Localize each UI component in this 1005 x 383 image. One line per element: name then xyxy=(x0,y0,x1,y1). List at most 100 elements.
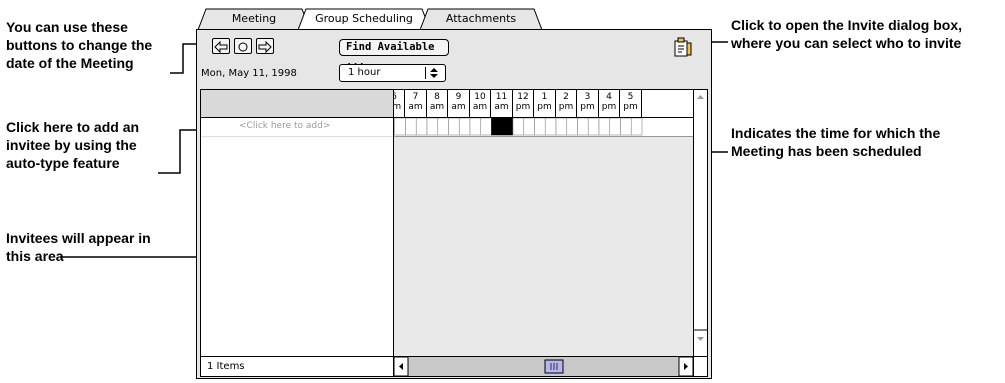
time-slot xyxy=(512,118,525,136)
arrow-right-icon xyxy=(258,40,272,54)
hour-meridiem: pm xyxy=(623,102,638,112)
hour-label: 11 am xyxy=(492,90,513,117)
callout-line: You can use these xyxy=(6,19,128,35)
hour-meridiem: am xyxy=(429,102,445,112)
duration-select[interactable]: 1 hour xyxy=(339,64,446,82)
add-invitee-placeholder: <Click here to add> xyxy=(239,121,331,131)
hour-number: 12 xyxy=(517,92,529,102)
time-slot xyxy=(587,118,600,136)
add-invitee-field[interactable]: <Click here to add> xyxy=(201,118,393,137)
hour-meridiem: pm xyxy=(515,102,531,112)
time-slot xyxy=(405,118,417,136)
hour-header-row: 6am7am8am9am10am11am12pm1pm2pm3pm4pm5pm xyxy=(394,90,693,118)
hour-number: 7 xyxy=(412,92,419,102)
meeting-time-block xyxy=(501,118,514,136)
find-available-button[interactable]: Find Available ... xyxy=(339,39,449,68)
time-slot xyxy=(480,118,492,136)
time-slot xyxy=(566,118,578,136)
time-slot xyxy=(620,118,632,136)
hour-number: 6 xyxy=(394,92,404,102)
time-slot xyxy=(426,118,439,136)
items-count: 1 Items xyxy=(207,361,245,372)
scroll-up-arrow-icon xyxy=(697,95,704,99)
callout-line: this area xyxy=(6,248,64,264)
tab-label: Meeting xyxy=(231,12,277,25)
scroll-down-arrow-icon xyxy=(697,337,704,341)
hour-label: 2 pm xyxy=(556,90,577,117)
hour-label: 4 pm xyxy=(599,90,620,117)
time-slot xyxy=(394,118,406,136)
hour-number: 8 xyxy=(434,92,440,102)
callout-line: where you can select who to invite xyxy=(731,35,962,51)
callout-line: Click here to add an xyxy=(6,119,140,135)
hour-number: 9 xyxy=(455,92,462,102)
hour-label: 7 am xyxy=(406,90,427,117)
invite-list-icon xyxy=(674,37,692,57)
names-column-header xyxy=(201,90,394,118)
time-slot xyxy=(630,118,643,136)
hour-label: 8 am xyxy=(427,90,448,117)
hour-meridiem: pm xyxy=(580,102,595,112)
next-date-button[interactable] xyxy=(256,38,274,54)
callout-line: Invitees will appear in xyxy=(6,230,151,246)
hour-meridiem: pm xyxy=(558,102,574,112)
time-slot xyxy=(555,118,568,136)
callout-line: Click to open the Invite dialog box, xyxy=(731,17,963,33)
hour-number: 10 xyxy=(474,92,486,102)
time-slot xyxy=(415,118,428,136)
duration-value: 1 hour xyxy=(348,67,381,78)
horizontal-scrollbar[interactable] xyxy=(393,356,694,377)
meeting-time-block xyxy=(491,118,503,136)
callout-invitees-area: Invitees will appear in this area xyxy=(6,229,151,265)
previous-date-button[interactable] xyxy=(212,38,230,54)
arrow-left-icon xyxy=(214,40,228,54)
tab-attachments[interactable]: Attachments xyxy=(420,8,542,30)
callout-line: Meeting has been scheduled xyxy=(731,143,922,159)
hour-number: 11 xyxy=(495,92,508,102)
time-slot xyxy=(469,118,482,136)
vertical-scrollbar[interactable] xyxy=(693,90,707,356)
updown-arrows-icon xyxy=(425,67,442,79)
hour-meridiem: am xyxy=(394,102,404,112)
hour-number: 3 xyxy=(584,92,591,102)
hour-number: 4 xyxy=(606,92,612,102)
hour-meridiem: am xyxy=(472,102,488,112)
hour-meridiem: am xyxy=(451,102,466,112)
time-slot xyxy=(458,118,471,136)
hour-label: 12 pm xyxy=(513,90,534,117)
tab-group-scheduling[interactable]: Group Scheduling xyxy=(298,8,430,30)
time-slot xyxy=(609,118,621,136)
hour-label: 9 am xyxy=(449,90,470,117)
callout-add-invitee: Click here to add an invitee by using th… xyxy=(6,118,139,172)
hour-meridiem: pm xyxy=(601,102,617,112)
leader-add-invitee xyxy=(158,129,198,174)
callout-line: invitee by using the xyxy=(6,137,137,153)
hour-meridiem: pm xyxy=(537,102,552,112)
invite-button[interactable] xyxy=(671,37,693,59)
time-slot xyxy=(544,118,557,136)
hour-number: 2 xyxy=(563,92,569,102)
time-slot xyxy=(598,118,611,136)
tab-meeting[interactable]: Meeting xyxy=(198,8,310,30)
circle-icon xyxy=(238,42,248,52)
meeting-date-label: Mon, May 11, 1998 xyxy=(201,68,297,79)
scroll-corner xyxy=(693,356,707,376)
today-button[interactable] xyxy=(234,38,252,54)
invitees-list: <Click here to add> xyxy=(201,118,394,356)
callout-line: auto-type feature xyxy=(6,155,120,171)
hour-number: 1 xyxy=(541,92,548,102)
time-slot xyxy=(437,118,449,136)
hour-meridiem: am xyxy=(494,102,509,112)
hour-number: 5 xyxy=(627,92,634,102)
time-grid: 6am7am8am9am10am11am12pm1pm2pm3pm4pm5pm xyxy=(394,90,693,356)
items-count-bar: 1 Items xyxy=(201,356,394,376)
callout-line: date of the Meeting xyxy=(6,55,134,71)
time-slot xyxy=(523,118,535,136)
leader-date-buttons xyxy=(170,43,197,74)
tab-label: Attachments xyxy=(445,12,517,25)
scheduling-grid: <Click here to add> 1 Items 6am7am8am9am… xyxy=(200,89,708,377)
callout-meeting-time: Indicates the time for which the Meeting… xyxy=(731,124,940,160)
time-slot-row xyxy=(394,118,693,137)
hour-label: 5 pm xyxy=(621,90,642,117)
callout-line: buttons to change the xyxy=(6,37,153,53)
